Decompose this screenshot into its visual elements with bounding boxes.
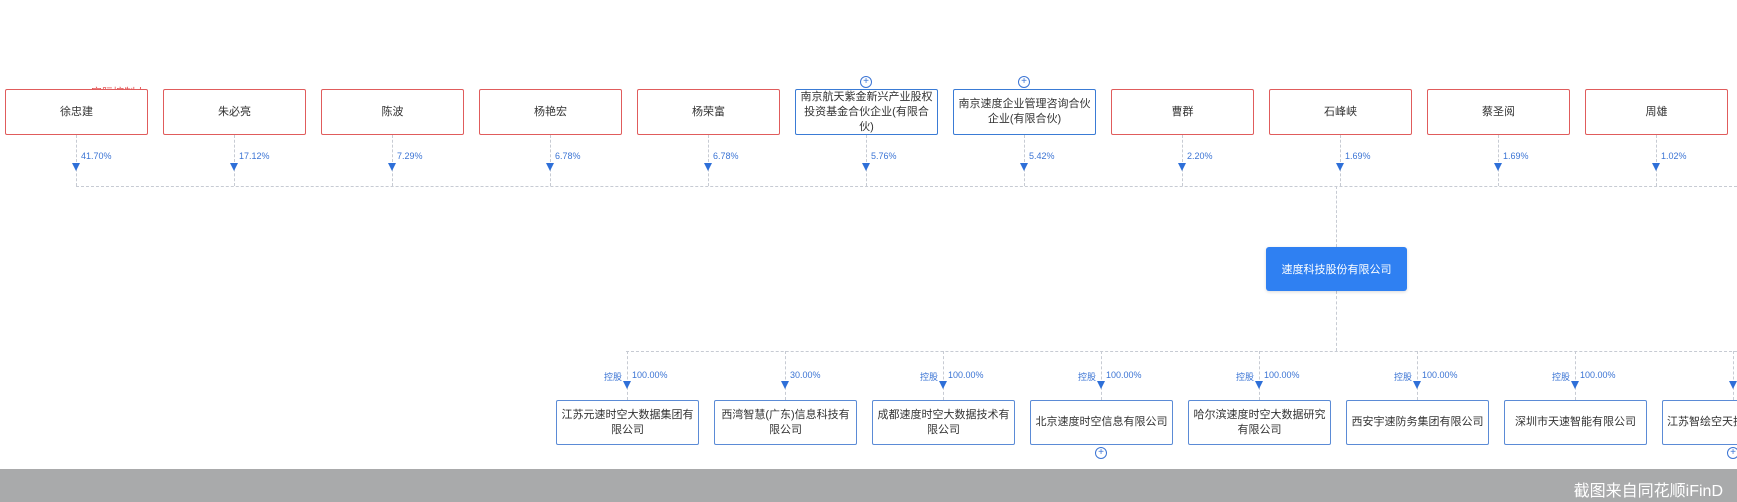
- holding-percent: 30.00%: [790, 370, 821, 380]
- subsidiary-node[interactable]: 西湾智慧(广东)信息科技有限公司: [714, 400, 857, 445]
- subsidiary-link-line: [1733, 351, 1734, 400]
- holding-percent: 100.00%: [1422, 370, 1458, 380]
- shareholder-link-line: [234, 135, 235, 186]
- expand-plus-icon[interactable]: +: [1727, 447, 1737, 459]
- shareholder-node[interactable]: 陈波: [321, 89, 464, 135]
- control-label: 控股: [1078, 372, 1097, 382]
- control-label: 控股: [604, 372, 623, 382]
- shareholding-percent: 1.69%: [1503, 151, 1529, 161]
- shareholder-node[interactable]: 周雄: [1585, 89, 1728, 135]
- shareholder-link-line: [1182, 135, 1183, 186]
- shareholding-percent: 1.02%: [1661, 151, 1687, 161]
- subsidiary-link-line: [943, 351, 944, 400]
- subsidiary-link-line: [1101, 351, 1102, 400]
- shareholding-percent: 5.76%: [871, 151, 897, 161]
- shareholder-link-line: [76, 135, 77, 186]
- down-arrow-icon: [546, 163, 554, 171]
- subsidiary-node[interactable]: 北京速度时空信息有限公司: [1030, 400, 1173, 445]
- subsidiary-node[interactable]: 江苏智绘空天技: [1662, 400, 1737, 445]
- shareholder-node[interactable]: 曹群: [1111, 89, 1254, 135]
- subsidiary-link-line: [1575, 351, 1576, 400]
- shareholder-link-line: [1340, 135, 1341, 186]
- shareholding-percent: 5.42%: [1029, 151, 1055, 161]
- shareholder-connector-line: [76, 186, 1737, 187]
- down-arrow-icon: [230, 163, 238, 171]
- shareholder-link-line: [392, 135, 393, 186]
- subsidiary-link-line: [785, 351, 786, 400]
- subsidiary-node[interactable]: 深圳市天速智能有限公司: [1504, 400, 1647, 445]
- shareholder-to-company-line: [1336, 186, 1337, 247]
- shareholding-percent: 7.29%: [397, 151, 423, 161]
- subsidiary-link-line: [627, 351, 628, 400]
- control-label: 控股: [920, 372, 939, 382]
- down-arrow-icon: [72, 163, 80, 171]
- shareholder-link-line: [1024, 135, 1025, 186]
- shareholder-node[interactable]: 南京速度企业管理咨询合伙企业(有限合伙): [953, 89, 1096, 135]
- shareholder-link-line: [866, 135, 867, 186]
- shareholding-percent: 17.12%: [239, 151, 270, 161]
- down-arrow-icon: [1494, 163, 1502, 171]
- down-arrow-icon: [781, 381, 789, 389]
- down-arrow-icon: [704, 163, 712, 171]
- shareholder-node[interactable]: 杨艳宏: [479, 89, 622, 135]
- shareholding-percent: 2.20%: [1187, 151, 1213, 161]
- shareholding-percent: 6.78%: [713, 151, 739, 161]
- subsidiary-connector-line: [626, 351, 1737, 352]
- down-arrow-icon: [1571, 381, 1579, 389]
- subsidiary-node[interactable]: 西安宇速防务集团有限公司: [1346, 400, 1489, 445]
- down-arrow-icon: [1097, 381, 1105, 389]
- shareholder-node[interactable]: 徐忠建: [5, 89, 148, 135]
- shareholding-percent: 1.69%: [1345, 151, 1371, 161]
- equity-chart-canvas: 实际控制人 徐忠建41.70%朱必亮17.12%陈波7.29%杨艳宏6.78%杨…: [0, 0, 1737, 502]
- down-arrow-icon: [1729, 381, 1737, 389]
- shareholding-percent: 6.78%: [555, 151, 581, 161]
- down-arrow-icon: [623, 381, 631, 389]
- control-label: 控股: [1236, 372, 1255, 382]
- holding-percent: 100.00%: [1580, 370, 1616, 380]
- shareholder-link-line: [708, 135, 709, 186]
- down-arrow-icon: [939, 381, 947, 389]
- down-arrow-icon: [1336, 163, 1344, 171]
- shareholding-percent: 41.70%: [81, 151, 112, 161]
- company-node[interactable]: 速度科技股份有限公司: [1266, 247, 1407, 291]
- shareholder-node[interactable]: 杨荣富: [637, 89, 780, 135]
- down-arrow-icon: [1255, 381, 1263, 389]
- down-arrow-icon: [388, 163, 396, 171]
- down-arrow-icon: [1178, 163, 1186, 171]
- footer-bar: 截图来自同花顺iFinD: [0, 469, 1737, 502]
- holding-percent: 100.00%: [948, 370, 984, 380]
- subsidiary-link-line: [1417, 351, 1418, 400]
- holding-percent: 100.00%: [1106, 370, 1142, 380]
- control-label: 控股: [1552, 372, 1571, 382]
- shareholder-node[interactable]: 石峰峡: [1269, 89, 1412, 135]
- shareholder-link-line: [1656, 135, 1657, 186]
- shareholder-node[interactable]: 蔡圣阅: [1427, 89, 1570, 135]
- down-arrow-icon: [1652, 163, 1660, 171]
- subsidiary-node[interactable]: 成都速度时空大数据技术有限公司: [872, 400, 1015, 445]
- expand-plus-icon[interactable]: +: [860, 76, 872, 88]
- expand-plus-icon[interactable]: +: [1095, 447, 1107, 459]
- watermark-text: 截图来自同花顺iFinD: [1573, 483, 1723, 500]
- holding-percent: 100.00%: [1264, 370, 1300, 380]
- company-to-subsidiary-line: [1336, 291, 1337, 351]
- control-label: 控股: [1394, 372, 1413, 382]
- down-arrow-icon: [1413, 381, 1421, 389]
- shareholder-link-line: [550, 135, 551, 186]
- shareholder-node[interactable]: 朱必亮: [163, 89, 306, 135]
- shareholder-link-line: [1498, 135, 1499, 186]
- subsidiary-node[interactable]: 哈尔滨速度时空大数据研究有限公司: [1188, 400, 1331, 445]
- subsidiary-link-line: [1259, 351, 1260, 400]
- shareholder-node[interactable]: 南京航天紫金新兴产业股权投资基金合伙企业(有限合伙): [795, 89, 938, 135]
- subsidiary-node[interactable]: 江苏元速时空大数据集团有限公司: [556, 400, 699, 445]
- down-arrow-icon: [862, 163, 870, 171]
- expand-plus-icon[interactable]: +: [1018, 76, 1030, 88]
- holding-percent: 100.00%: [632, 370, 668, 380]
- down-arrow-icon: [1020, 163, 1028, 171]
